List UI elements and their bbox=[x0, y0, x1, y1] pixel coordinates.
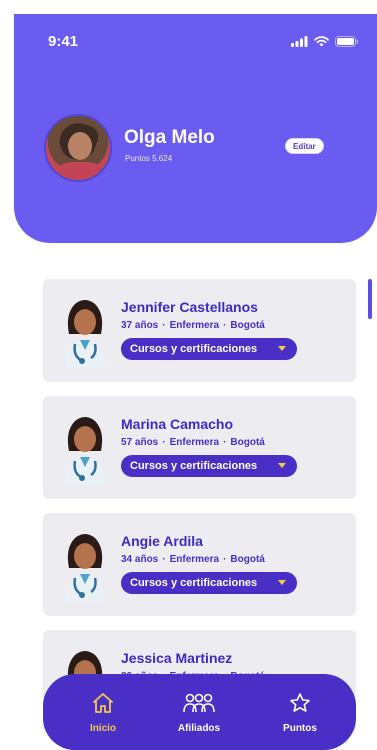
courses-dropdown[interactable]: Cursos y certificaciones bbox=[121, 455, 297, 477]
courses-dropdown[interactable]: Cursos y certificaciones bbox=[121, 338, 297, 360]
nav-label: Inicio bbox=[89, 723, 117, 734]
affiliate-name: Angie Ardila bbox=[121, 533, 203, 549]
star-icon bbox=[290, 693, 310, 712]
affiliate-meta: 57 años · Enfermera · Bogotá bbox=[121, 437, 265, 448]
caret-down-icon bbox=[278, 463, 286, 468]
affiliate-meta: 37 años · Enfermera · Bogotá bbox=[121, 320, 265, 331]
affiliate-card[interactable]: Marina Camacho 57 años · Enfermera · Bogotá … bbox=[43, 396, 356, 499]
people-icon bbox=[183, 693, 215, 713]
edit-profile-button[interactable]: Editar bbox=[285, 138, 324, 154]
affiliate-card[interactable]: Jennifer Castellanos 37 años · Enfermera · B… bbox=[43, 279, 356, 382]
nurse-avatar-icon bbox=[65, 417, 105, 485]
affiliate-name: Jennifer Castellanos bbox=[121, 299, 258, 315]
profile-name: Olga Melo bbox=[124, 127, 215, 148]
caret-down-icon bbox=[278, 580, 286, 585]
nav-label: Puntos bbox=[283, 723, 317, 734]
home-icon bbox=[93, 693, 113, 713]
affiliate-name: Jessica Martinez bbox=[121, 650, 233, 666]
list-scrollbar[interactable] bbox=[368, 279, 372, 319]
profile-points: Puntos 5.624 bbox=[125, 154, 173, 163]
signal-icon bbox=[291, 36, 308, 47]
caret-down-icon bbox=[278, 346, 286, 351]
affiliate-meta: 34 años · Enfermera · Bogotá bbox=[121, 554, 265, 565]
nav-inicio[interactable]: Inicio bbox=[68, 692, 138, 734]
courses-dropdown[interactable]: Cursos y certificaciones bbox=[121, 572, 297, 594]
nav-puntos[interactable]: Puntos bbox=[265, 692, 335, 734]
bottom-nav: Inicio Afiliados Puntos bbox=[43, 674, 356, 750]
nurse-avatar-icon bbox=[65, 534, 105, 602]
nurse-avatar-icon bbox=[65, 300, 105, 368]
profile-avatar[interactable] bbox=[44, 114, 112, 182]
status-icons bbox=[291, 36, 359, 47]
status-bar: 9:41 bbox=[14, 14, 377, 64]
status-time: 9:41 bbox=[48, 33, 79, 50]
nav-afiliados[interactable]: Afiliados bbox=[164, 692, 234, 734]
affiliate-card[interactable]: Angie Ardila 34 años · Enfermera · Bogotá Cu… bbox=[43, 513, 356, 616]
affiliate-name: Marina Camacho bbox=[121, 416, 234, 432]
battery-icon bbox=[335, 36, 359, 47]
nav-label: Afiliados bbox=[177, 723, 221, 734]
wifi-icon bbox=[314, 36, 329, 47]
